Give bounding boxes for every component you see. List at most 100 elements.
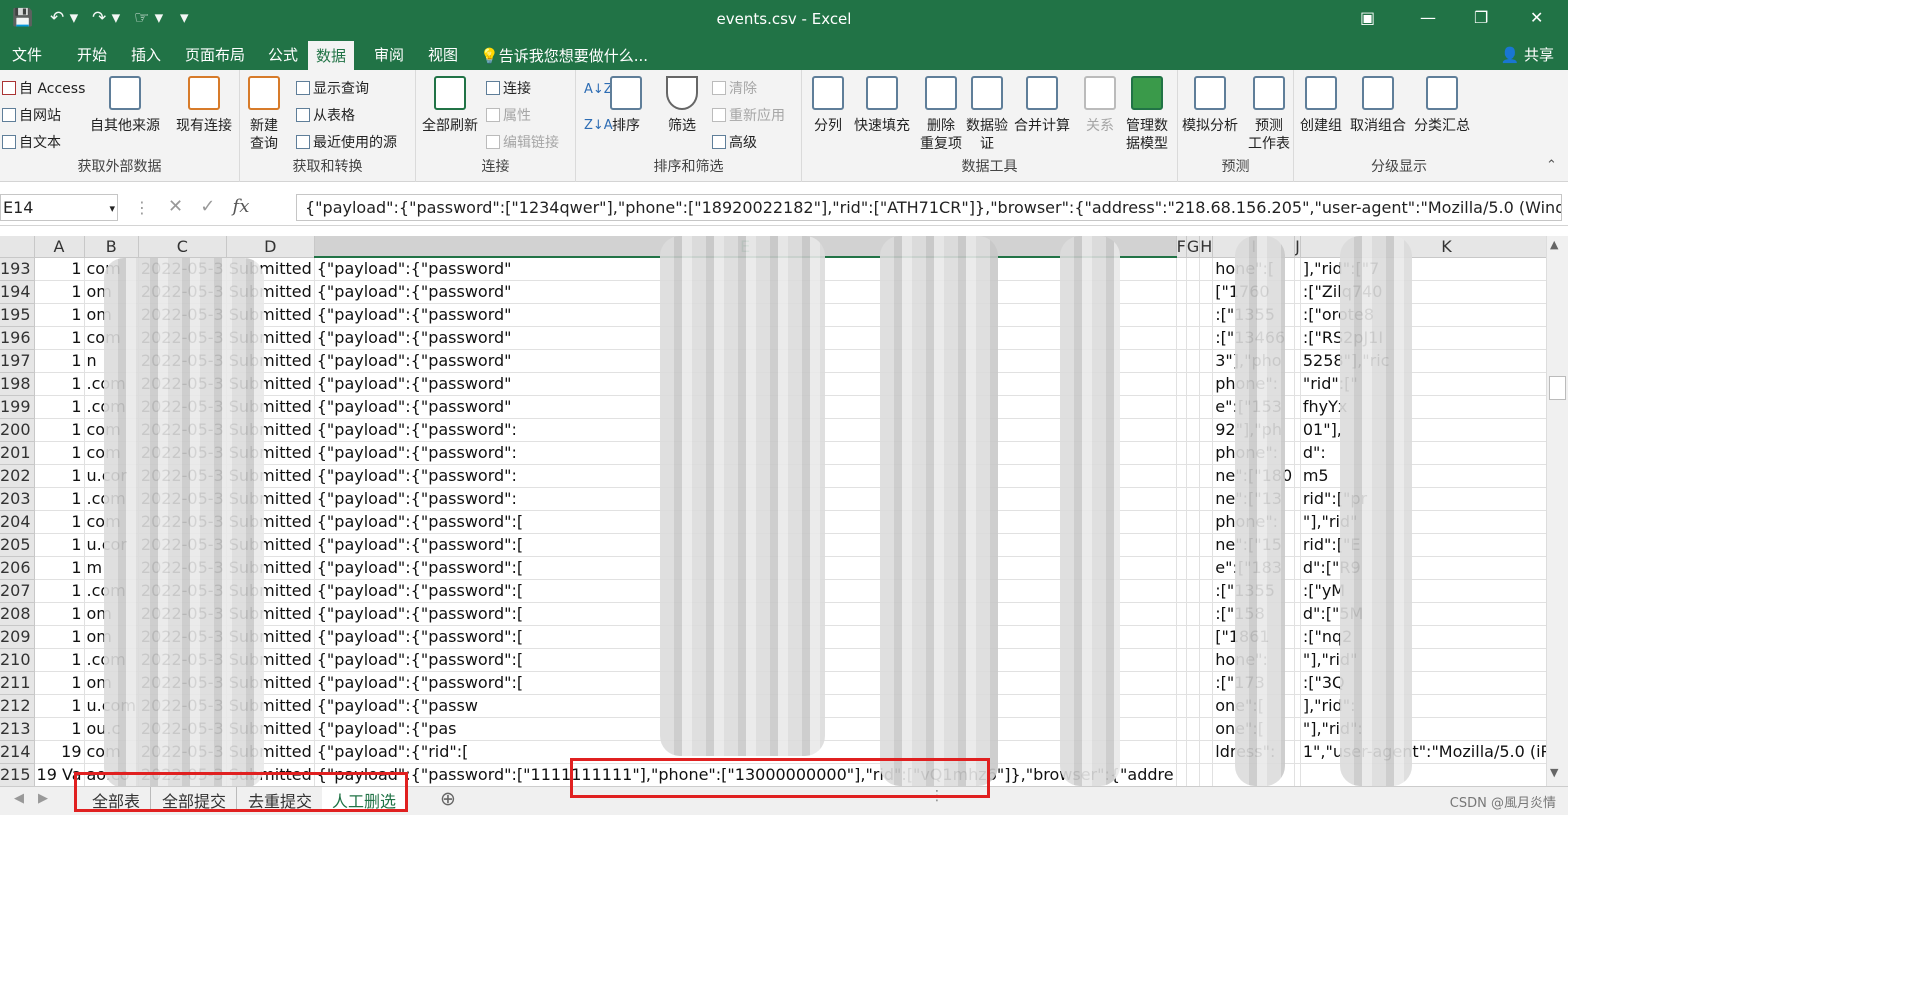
cell-f[interactable] — [1176, 671, 1187, 695]
cell-h[interactable] — [1199, 671, 1214, 695]
row-header[interactable]: 197 — [0, 349, 35, 373]
cell-g[interactable] — [1186, 717, 1201, 741]
from-access-button[interactable]: 自 Access — [2, 78, 85, 98]
from-web-button[interactable]: 自网站 — [2, 105, 61, 125]
row-header[interactable]: 198 — [0, 372, 35, 396]
cell-k[interactable]: fhyYx — [1300, 395, 1546, 419]
cell-g[interactable] — [1186, 510, 1201, 534]
cell-k[interactable]: :["orote8 — [1300, 303, 1546, 327]
row-header[interactable]: 213 — [0, 717, 35, 741]
cell-f[interactable] — [1176, 556, 1187, 580]
row-header[interactable]: 203 — [0, 487, 35, 511]
cell-f[interactable] — [1176, 740, 1187, 764]
restore-button[interactable]: ❐ — [1474, 8, 1488, 27]
cell-g[interactable] — [1186, 694, 1201, 718]
cell-f[interactable] — [1176, 464, 1187, 488]
next-sheet-icon[interactable]: ▶ — [38, 791, 48, 806]
cell-k[interactable]: :["Zilq740 — [1300, 280, 1546, 304]
row-header[interactable]: 200 — [0, 418, 35, 442]
cell-h[interactable] — [1199, 648, 1214, 672]
manage-data-model-button[interactable]: 管理数 据模型 — [1126, 76, 1168, 153]
cell-f[interactable] — [1176, 487, 1187, 511]
cell-a[interactable]: 1 — [34, 648, 85, 672]
cell-g[interactable] — [1186, 441, 1201, 465]
cell-f[interactable] — [1176, 280, 1187, 304]
cell-h[interactable] — [1199, 763, 1214, 786]
cell-a[interactable]: 1 — [34, 602, 85, 626]
filter-button[interactable]: 筛选 — [666, 76, 698, 135]
cell-a[interactable]: 1 — [34, 257, 85, 281]
from-text-button[interactable]: 自文本 — [2, 132, 61, 152]
cell-a[interactable]: 1 — [34, 717, 85, 741]
cell-h[interactable] — [1199, 441, 1214, 465]
cell-h[interactable] — [1199, 303, 1214, 327]
what-if-analysis-button[interactable]: 模拟分析 — [1182, 76, 1238, 135]
text-to-columns-button[interactable]: 分列 — [812, 76, 844, 135]
cell-k[interactable]: ],"rid":["7 — [1300, 257, 1546, 281]
cell-a[interactable]: 1 — [34, 464, 85, 488]
row-header[interactable]: 196 — [0, 326, 35, 350]
cell-h[interactable] — [1199, 326, 1214, 350]
prev-sheet-icon[interactable]: ◀ — [14, 791, 24, 806]
cell-a[interactable]: 19 — [34, 740, 85, 764]
relationships-button[interactable]: 关系 — [1084, 76, 1116, 135]
cell-g[interactable] — [1186, 556, 1201, 580]
cell-f[interactable] — [1176, 418, 1187, 442]
row-header[interactable]: 193 — [0, 257, 35, 281]
scroll-thumb[interactable] — [1549, 376, 1566, 400]
tab-data[interactable]: 数据 — [308, 41, 355, 70]
remove-duplicates-button[interactable]: 删除 重复项 — [920, 76, 962, 153]
cell-f[interactable] — [1176, 602, 1187, 626]
cell-h[interactable] — [1199, 372, 1214, 396]
vertical-scrollbar[interactable]: ▲ ▼ — [1546, 236, 1568, 786]
cell-f[interactable] — [1176, 326, 1187, 350]
from-other-sources-button[interactable]: 自其他来源 — [90, 76, 160, 135]
row-header[interactable]: 211 — [0, 671, 35, 695]
tab-home[interactable]: 开始 — [75, 44, 109, 65]
cell-k[interactable]: :["nq2 — [1300, 625, 1546, 649]
recent-sources-button[interactable]: 最近使用的源 — [296, 132, 397, 152]
cell-a[interactable]: 1 — [34, 579, 85, 603]
cell-h[interactable] — [1199, 533, 1214, 557]
cell-f[interactable] — [1176, 625, 1187, 649]
column-header[interactable]: H — [1199, 236, 1214, 258]
row-header[interactable]: 194 — [0, 280, 35, 304]
add-sheet-icon[interactable]: ⊕ — [440, 788, 456, 810]
cell-k[interactable]: m5 — [1300, 464, 1546, 488]
column-header[interactable]: C — [138, 236, 227, 258]
new-query-button[interactable]: 新建 查询 — [248, 76, 280, 153]
column-header[interactable]: F — [1176, 236, 1187, 258]
cell-a[interactable]: 1 — [34, 441, 85, 465]
reapply-button[interactable]: 重新应用 — [712, 105, 785, 125]
sort-desc-icon[interactable]: Z↓A — [584, 118, 613, 133]
cell-h[interactable] — [1199, 257, 1214, 281]
cell-k[interactable]: 01"], — [1300, 418, 1546, 442]
row-header[interactable]: 208 — [0, 602, 35, 626]
connections-button[interactable]: 连接 — [486, 78, 531, 98]
cell-a[interactable]: 1 — [34, 372, 85, 396]
data-validation-button[interactable]: 数据验 证 — [966, 76, 1008, 153]
sort-asc-icon[interactable]: A↓Z — [584, 82, 613, 97]
cell-k[interactable]: rid":["E — [1300, 533, 1546, 557]
column-header[interactable]: G — [1186, 236, 1201, 258]
cell-f[interactable] — [1176, 694, 1187, 718]
row-header[interactable]: 195 — [0, 303, 35, 327]
consolidate-button[interactable]: 合并计算 — [1014, 76, 1070, 135]
cell-a[interactable]: 1 — [34, 510, 85, 534]
row-header[interactable]: 214 — [0, 740, 35, 764]
cell-k[interactable]: "],"rid" — [1300, 648, 1546, 672]
cell-f[interactable] — [1176, 510, 1187, 534]
cell-k[interactable]: "],"rid" — [1300, 510, 1546, 534]
cell-g[interactable] — [1186, 648, 1201, 672]
cell-a[interactable]: 1 — [34, 487, 85, 511]
row-header[interactable]: 204 — [0, 510, 35, 534]
cell-a[interactable]: 1 — [34, 556, 85, 580]
cell-g[interactable] — [1186, 280, 1201, 304]
column-header[interactable]: D — [226, 236, 315, 258]
row-header[interactable]: 199 — [0, 395, 35, 419]
row-header[interactable]: 210 — [0, 648, 35, 672]
cell-k[interactable] — [1300, 763, 1546, 786]
share-button[interactable]: 👤 共享 — [1501, 44, 1554, 65]
cell-g[interactable] — [1186, 763, 1201, 786]
cell-k[interactable]: :["yM — [1300, 579, 1546, 603]
